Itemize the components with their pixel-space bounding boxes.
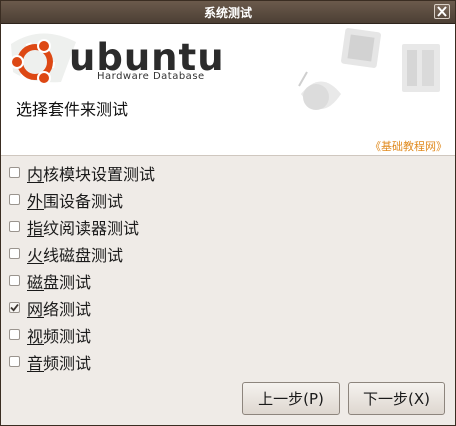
mnemonic-underline bbox=[27, 236, 44, 237]
option-label: 磁盘测试 bbox=[27, 272, 92, 292]
page-title: 选择套件来测试 bbox=[16, 100, 129, 119]
option-firewire-disk[interactable]: 火线磁盘测试 bbox=[7, 240, 155, 267]
option-label: 音频测试 bbox=[27, 353, 92, 373]
previous-button[interactable]: 上一步(P) bbox=[242, 382, 340, 415]
option-label: 火线磁盘测试 bbox=[27, 245, 124, 265]
checkbox[interactable] bbox=[9, 329, 20, 340]
mnemonic-underline bbox=[27, 371, 44, 372]
checkbox[interactable] bbox=[9, 275, 20, 286]
mnemonic-underline bbox=[27, 317, 44, 318]
option-network[interactable]: 网络测试 bbox=[7, 294, 155, 321]
mnemonic-underline bbox=[27, 344, 44, 345]
checkbox[interactable] bbox=[9, 221, 20, 232]
checkmark-icon bbox=[10, 303, 19, 312]
checkbox[interactable] bbox=[9, 248, 20, 259]
brand-subtitle: Hardware Database bbox=[97, 71, 205, 82]
option-fingerprint-reader[interactable]: 指纹阅读器测试 bbox=[7, 213, 155, 240]
option-video[interactable]: 视频测试 bbox=[7, 321, 155, 348]
header-banner: ubuntu Hardware Database 选择套件来测试 《基础教程网》 bbox=[1, 24, 455, 156]
option-disk[interactable]: 磁盘测试 bbox=[7, 267, 155, 294]
next-button[interactable]: 下一步(X) bbox=[348, 382, 445, 415]
option-kernel-modules[interactable]: 内核模块设置测试 bbox=[7, 159, 155, 186]
option-peripherals[interactable]: 外围设备测试 bbox=[7, 186, 155, 213]
mnemonic-underline bbox=[27, 209, 44, 210]
option-label: 指纹阅读器测试 bbox=[27, 218, 140, 238]
checkbox[interactable] bbox=[9, 356, 20, 367]
mnemonic-underline bbox=[27, 290, 44, 291]
ubuntu-logo-icon bbox=[10, 39, 55, 85]
mnemonic-underline bbox=[27, 263, 44, 264]
test-suite-list: 内核模块设置测试 外围设备测试 指纹阅读器测试 火线磁盘测试 磁盘测试 网络测试… bbox=[7, 159, 155, 375]
mnemonic-underline bbox=[27, 182, 44, 183]
option-label: 视频测试 bbox=[27, 326, 92, 346]
option-label: 外围设备测试 bbox=[27, 191, 124, 211]
dialog-window: 系统测试 ubuntu Hardware Database 选择套件来测试 《基… bbox=[0, 0, 456, 426]
watermark-text: 《基础教程网》 bbox=[370, 140, 447, 153]
checkbox[interactable] bbox=[9, 194, 20, 205]
window-title: 系统测试 bbox=[203, 6, 252, 20]
option-label: 内核模块设置测试 bbox=[27, 164, 156, 184]
option-audio[interactable]: 音频测试 bbox=[7, 348, 155, 375]
title-bar[interactable]: 系统测试 bbox=[1, 1, 455, 24]
checkbox[interactable] bbox=[9, 167, 20, 178]
option-label: 网络测试 bbox=[27, 299, 92, 319]
close-icon bbox=[437, 6, 447, 17]
checkbox[interactable] bbox=[9, 302, 20, 313]
close-button[interactable] bbox=[434, 4, 450, 19]
